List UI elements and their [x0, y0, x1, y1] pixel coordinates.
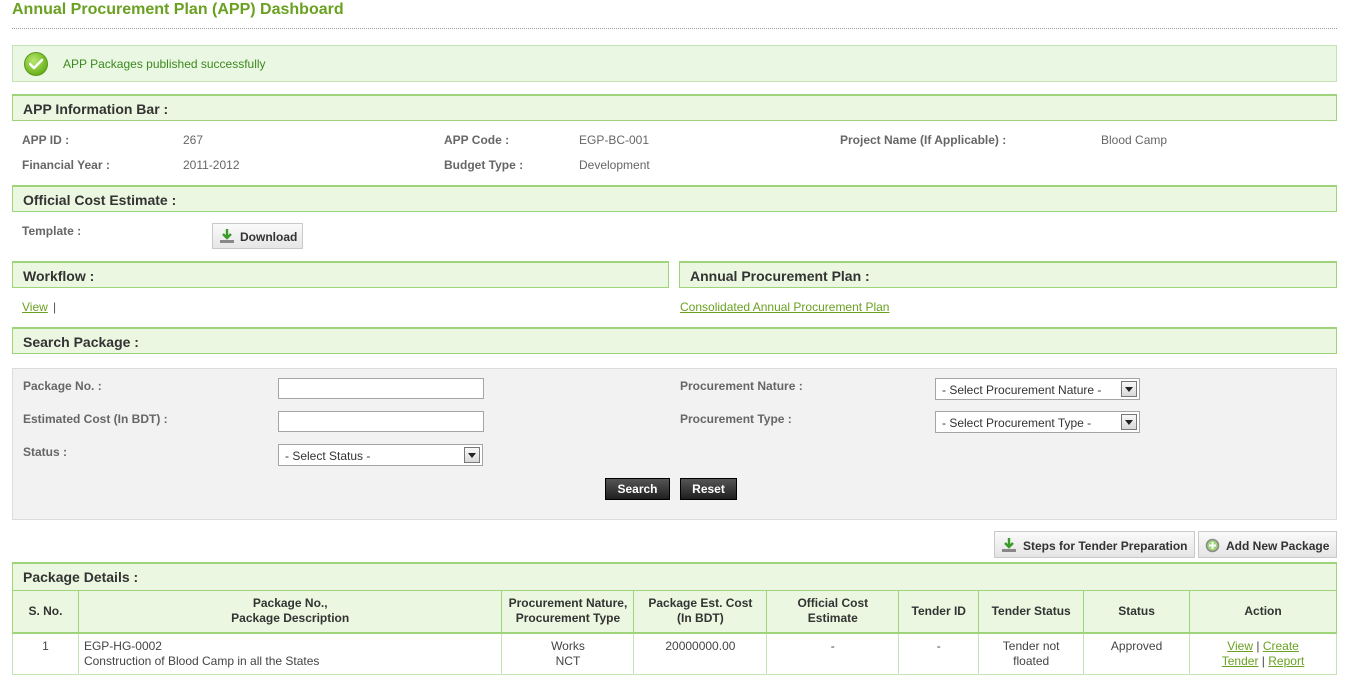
procurement-nature-value: - Select Procurement Nature -	[942, 383, 1102, 397]
cell-sno: 1	[12, 632, 79, 675]
action-separator: |	[1256, 638, 1260, 653]
package-details-header: Package Details :	[12, 562, 1337, 591]
package-table: S. No. Package No., Package Description P…	[12, 590, 1337, 675]
search-package-header: Search Package :	[12, 327, 1337, 354]
status-label: Status :	[23, 445, 68, 459]
header-status: Status	[1083, 590, 1191, 634]
budget-type-label: Budget Type :	[444, 158, 524, 172]
package-details-title: Package Details :	[23, 569, 139, 585]
workflow-header: Workflow :	[12, 261, 669, 288]
page-title: Annual Procurement Plan (APP) Dashboard	[12, 1, 344, 18]
estimated-cost-input[interactable]	[278, 411, 484, 432]
status-select-value: - Select Status -	[285, 449, 371, 463]
add-new-package-button[interactable]: Add New Package	[1198, 531, 1337, 558]
procurement-nature-label: Procurement Nature :	[680, 379, 803, 393]
success-message: APP Packages published successfully	[63, 57, 266, 71]
header-est-cost: Package Est. Cost (In BDT)	[633, 590, 768, 634]
header-action: Action	[1189, 590, 1337, 634]
header-official-estimate: Official Cost Estimate	[766, 590, 900, 634]
project-name-value: Blood Camp	[1101, 133, 1168, 147]
download-icon	[1002, 538, 1016, 552]
view-package-link[interactable]: View	[1227, 639, 1253, 653]
steps-tender-preparation-button[interactable]: Steps for Tender Preparation	[994, 531, 1195, 558]
package-no: EGP-HG-0002	[83, 638, 162, 653]
chevron-down-icon	[464, 447, 480, 463]
chevron-down-icon	[1121, 381, 1137, 397]
app-code-label: APP Code :	[444, 133, 510, 147]
package-no-label: Package No. :	[23, 379, 102, 393]
table-row: 1 EGP-HG-0002 Construction of Blood Camp…	[12, 632, 1337, 675]
procurement-type: NCT	[555, 653, 581, 668]
financial-year-value: 2011-2012	[183, 158, 240, 172]
workflow-title: Workflow :	[23, 268, 95, 284]
estimated-cost-label: Estimated Cost (In BDT) :	[23, 412, 168, 426]
budget-type-value: Development	[579, 158, 650, 172]
template-label: Template :	[22, 224, 82, 238]
workflow-separator: |	[53, 300, 57, 314]
package-no-input[interactable]	[278, 378, 484, 399]
workflow-view-link[interactable]: View	[22, 300, 48, 314]
status-select[interactable]: - Select Status -	[278, 444, 483, 466]
reset-button[interactable]: Reset	[680, 478, 737, 500]
package-description: Construction of Blood Camp in all the St…	[83, 653, 320, 668]
app-id-label: APP ID :	[22, 133, 70, 147]
cost-estimate-header: Official Cost Estimate :	[12, 185, 1337, 212]
success-alert: APP Packages published successfully	[12, 45, 1337, 82]
check-circle-icon	[24, 52, 48, 76]
app-info-title: APP Information Bar :	[23, 101, 169, 117]
header-tender-id: Tender ID	[898, 590, 980, 634]
project-name-label: Project Name (If Applicable) :	[840, 133, 1007, 147]
header-procurement-nature: Procurement Nature, Procurement Type	[501, 590, 635, 634]
cell-est-cost: 20000000.00	[633, 632, 768, 675]
procurement-type-label: Procurement Type :	[680, 412, 792, 426]
header-package: Package No., Package Description	[77, 590, 503, 634]
header-tender-status: Tender Status	[978, 590, 1085, 634]
header-sno: S. No.	[12, 590, 79, 634]
download-icon	[220, 229, 234, 243]
add-new-package-label: Add New Package	[1226, 539, 1330, 553]
app-id-value: 267	[183, 133, 204, 147]
add-circle-icon	[1205, 538, 1220, 553]
report-link[interactable]: Report	[1268, 654, 1304, 668]
cell-procurement: Works NCT	[501, 632, 635, 675]
cell-tender-id: -	[898, 632, 980, 675]
search-button[interactable]: Search	[605, 478, 670, 500]
download-button[interactable]: Download	[212, 223, 303, 249]
financial-year-label: Financial Year :	[22, 158, 110, 172]
cell-package: EGP-HG-0002 Construction of Blood Camp i…	[77, 632, 503, 675]
steps-tender-preparation-label: Steps for Tender Preparation	[1023, 539, 1188, 553]
title-divider	[12, 28, 1337, 29]
cell-status: Approved	[1083, 632, 1191, 675]
procurement-nature-select[interactable]: - Select Procurement Nature -	[935, 378, 1140, 400]
cost-estimate-title: Official Cost Estimate :	[23, 192, 177, 208]
app-plan-header: Annual Procurement Plan :	[679, 261, 1337, 288]
cell-official-estimate: -	[766, 632, 900, 675]
consolidated-app-link[interactable]: Consolidated Annual Procurement Plan	[680, 300, 889, 314]
cell-tender-status: Tender not floated	[978, 632, 1085, 675]
cell-action: View | Create Tender | Report	[1189, 632, 1337, 675]
procurement-type-select[interactable]: - Select Procurement Type -	[935, 411, 1140, 433]
table-header-row: S. No. Package No., Package Description P…	[12, 590, 1337, 634]
action-separator: |	[1261, 653, 1265, 668]
chevron-down-icon	[1121, 414, 1137, 430]
procurement-type-value: - Select Procurement Type -	[942, 416, 1092, 430]
app-info-header: APP Information Bar :	[12, 94, 1337, 121]
procurement-nature: Works	[551, 638, 585, 653]
app-plan-title: Annual Procurement Plan :	[690, 268, 870, 284]
search-package-title: Search Package :	[23, 334, 139, 350]
download-label: Download	[240, 230, 298, 244]
app-code-value: EGP-BC-001	[579, 133, 650, 147]
